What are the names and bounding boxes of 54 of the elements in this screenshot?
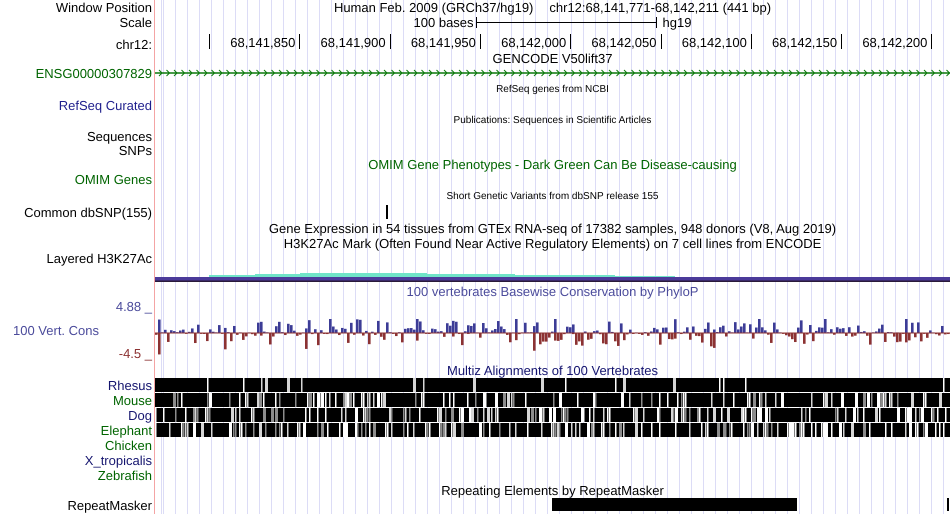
species-label[interactable]: Elephant <box>100 423 152 438</box>
track-label[interactable]: ENSG00000307829 <box>36 66 152 81</box>
ruler-tick <box>660 34 662 49</box>
track-label[interactable]: 100 Vert. Cons <box>0 322 99 338</box>
track-title: Multiz Alignments of 100 Vertebrates <box>446 363 658 378</box>
track-label[interactable]: RefSeq Curated <box>58 98 152 113</box>
assembly-name: hg19 <box>662 15 692 30</box>
species-label[interactable]: Chicken <box>105 438 152 453</box>
ruler-tick <box>841 34 842 49</box>
ruler-label: 68,142,150 <box>772 35 838 50</box>
position-label: Window Position <box>56 0 152 15</box>
position-text: chr12:68,141,771-68,142,211 (441 bp) <box>549 0 772 15</box>
ruler-label: 68,141,900 <box>320 35 386 50</box>
ruler-label: 68,142,100 <box>682 35 747 50</box>
scale-text: 100 bases <box>414 15 474 30</box>
repeat-element[interactable] <box>552 498 797 511</box>
scale-label: Scale <box>119 15 152 30</box>
chromosome-label: chr12: <box>116 37 152 52</box>
ruler-tick <box>299 34 300 49</box>
species-label[interactable]: Zebrafish <box>98 468 152 483</box>
ruler-tick <box>570 34 572 49</box>
track-label[interactable]: RepeatMasker <box>67 498 152 513</box>
track-title: OMIM Gene Phenotypes - Dark Green Can Be Disease-causing <box>368 157 737 172</box>
track-label[interactable]: Common dbSNP(155) <box>24 205 152 220</box>
track-label[interactable]: Layered H3K27Ac <box>46 251 152 266</box>
ruler-label: 68,142,200 <box>862 35 928 50</box>
track-title: GENCODE V50lift37 <box>492 51 612 66</box>
track-title: Gene Expression in 54 tissues from GTEx RNA-seq of 17382 samples, 948 donors (V8, Aug 2019) <box>268 221 836 236</box>
ruler-tick <box>750 34 752 49</box>
ruler-tick <box>931 34 932 49</box>
ruler-tick <box>480 34 481 49</box>
species-label[interactable]: Mouse <box>112 393 152 408</box>
track-label[interactable]: OMIM Genes <box>74 172 152 187</box>
species-label[interactable]: X_tropicalis <box>84 453 152 468</box>
ruler-label: 68,142,000 <box>501 35 566 50</box>
ruler-label: 68,141,950 <box>410 35 476 50</box>
species-label[interactable]: Rhesus <box>108 378 152 393</box>
species-label[interactable]: Dog <box>128 408 152 423</box>
ruler-label: 68,141,850 <box>230 35 296 50</box>
track-title: Publications: Sequences in Scientific Articles <box>454 114 652 128</box>
ruler-tick <box>209 34 210 49</box>
ruler-label: 68,142,050 <box>591 35 656 50</box>
track-label[interactable]: Sequences <box>86 129 152 144</box>
track-title: Repeating Elements by RepeatMasker <box>441 483 664 498</box>
axis-max-label: 4.88 _ <box>116 299 152 314</box>
track-label[interactable]: SNPs <box>118 143 152 158</box>
assembly-title: Human Feb. 2009 (GRCh37/hg19) <box>334 0 534 15</box>
track-title: RefSeq genes from NCBI <box>496 83 609 97</box>
track-title: Short Genetic Variants from dbSNP release 155 <box>446 190 658 204</box>
axis-min-label: -4.5 _ <box>118 346 152 361</box>
track-title: 100 vertebrates Basewise Conservation by PhyloP <box>406 284 698 299</box>
track-title: H3K27Ac Mark (Often Found Near Active Regulatory Elements) on 7 cell lines from ENCODE <box>284 236 822 251</box>
ruler-tick <box>390 34 391 49</box>
snp-mark[interactable] <box>386 205 388 219</box>
